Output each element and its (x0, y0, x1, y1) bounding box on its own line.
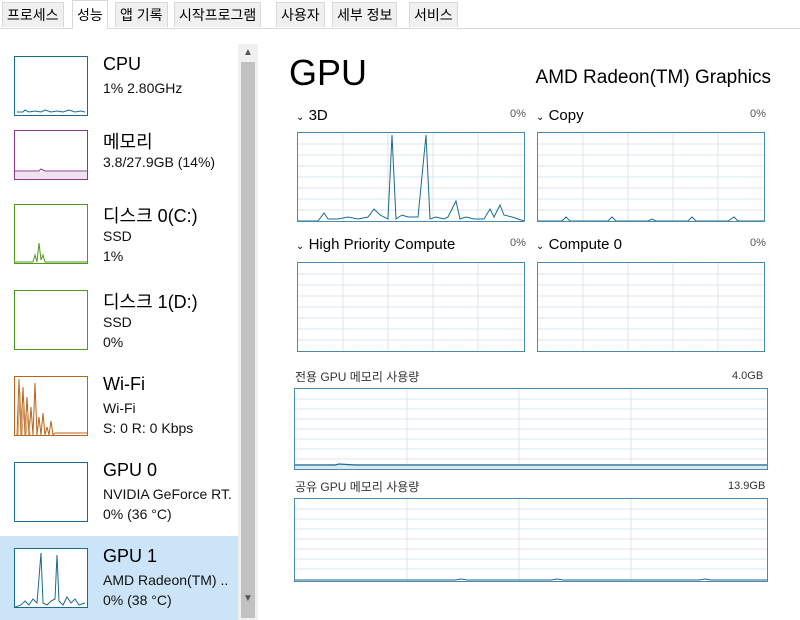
engine-selector-high-priority-compute[interactable]: ⌄ High Priority Compute (296, 236, 455, 253)
engine-percent: 0% (510, 108, 526, 120)
engine-label: Copy (548, 107, 584, 124)
device-name: CPU (103, 54, 142, 74)
engine-percent: 0% (750, 237, 766, 249)
dedicated-memory-label: 전용 GPU 메모리 사용량 (295, 370, 420, 384)
scroll-up-icon[interactable]: ▲ (241, 46, 255, 60)
engine-selector-compute-0[interactable]: ⌄ Compute 0 (536, 236, 622, 253)
device-usage: 0% (103, 334, 124, 350)
sidebar-item-cpu[interactable]: CPU 1% 2.80GHz (0, 44, 238, 128)
chevron-down-icon: ⌄ (296, 112, 305, 123)
scrollbar-thumb[interactable] (241, 62, 255, 618)
tab-details[interactable]: 세부 정보 (332, 2, 398, 27)
device-name: 디스크 1(D:) (103, 292, 198, 312)
device-sidebar: CPU 1% 2.80GHz 메모리 3.8/27.9GB (14%) 디스크 … (0, 30, 258, 620)
shared-memory-graph (294, 498, 768, 582)
chevron-down-icon: ⌄ (536, 112, 545, 123)
gpu1-thumbnail (14, 548, 88, 608)
device-usage: 1% (103, 248, 124, 264)
dedicated-memory-graph (294, 388, 768, 470)
engine-selector-3d[interactable]: ⌄ 3D (296, 107, 328, 124)
engine-graph-3d (297, 132, 525, 222)
device-name: Wi-Fi (103, 374, 145, 394)
tab-users[interactable]: 사용자 (276, 2, 325, 27)
device-model: AMD Radeon(TM) Graphics (535, 67, 771, 88)
sidebar-item-wifi[interactable]: Wi-Fi Wi-Fi S: 0 R: 0 Kbps (0, 364, 238, 448)
engine-label: 3D (308, 107, 328, 124)
sidebar-item-disk-0[interactable]: 디스크 0(C:) SSD 1% (0, 192, 238, 276)
device-detail: SSD (103, 314, 132, 330)
disk0-thumbnail (14, 204, 88, 264)
device-detail: 3.8/27.9GB (14%) (103, 154, 216, 170)
engine-percent: 0% (750, 108, 766, 120)
page-title: GPU (289, 52, 368, 93)
chevron-down-icon: ⌄ (536, 241, 545, 252)
engine-graph-compute-0 (537, 262, 765, 352)
gpu0-thumbnail (14, 462, 88, 522)
sidebar-item-disk-1[interactable]: 디스크 1(D:) SSD 0% (0, 278, 238, 362)
sidebar-scrollbar[interactable]: ▲ ▼ (238, 44, 258, 620)
device-detail: SSD (103, 228, 132, 244)
device-usage: 0% (36 °C) (103, 506, 172, 522)
device-usage: S: 0 R: 0 Kbps (103, 420, 194, 436)
device-name: 디스크 0(C:) (103, 206, 198, 226)
engine-percent: 0% (510, 237, 526, 249)
device-name: GPU 1 (103, 546, 158, 566)
tab-bar: 프로세스 성능 앱 기록 시작프로그램 사용자 세부 정보 서비스 (0, 0, 800, 29)
tab-startup[interactable]: 시작프로그램 (174, 2, 262, 27)
device-detail: NVIDIA GeForce RT. (103, 486, 232, 502)
memory-thumbnail (14, 130, 88, 180)
chevron-down-icon: ⌄ (296, 241, 305, 252)
engine-label: Compute 0 (548, 236, 622, 253)
device-name: GPU 0 (103, 460, 158, 480)
device-detail: 1% 2.80GHz (103, 80, 183, 96)
engine-graph-copy (537, 132, 765, 222)
tab-processes[interactable]: 프로세스 (2, 2, 64, 27)
device-detail: Wi-Fi (103, 400, 136, 416)
tab-app-history[interactable]: 앱 기록 (115, 2, 168, 27)
tab-services[interactable]: 서비스 (409, 2, 458, 27)
device-name: 메모리 (103, 132, 153, 152)
tab-performance[interactable]: 성능 (72, 0, 108, 29)
scroll-down-icon[interactable]: ▼ (241, 592, 255, 606)
dedicated-memory-value: 4.0GB (732, 370, 764, 382)
shared-memory-label: 공유 GPU 메모리 사용량 (295, 480, 420, 494)
device-detail: AMD Radeon(TM) .. (103, 572, 229, 588)
shared-memory-value: 13.9GB (728, 480, 766, 492)
cpu-thumbnail (14, 56, 88, 116)
sidebar-item-gpu-1[interactable]: GPU 1 AMD Radeon(TM) .. 0% (38 °C) (0, 536, 238, 620)
engine-label: High Priority Compute (308, 236, 456, 253)
engine-graph-high-priority-compute (297, 262, 525, 352)
sidebar-item-gpu-0[interactable]: GPU 0 NVIDIA GeForce RT. 0% (36 °C) (0, 450, 238, 534)
wifi-thumbnail (14, 376, 88, 437)
engine-selector-copy[interactable]: ⌄ Copy (536, 107, 584, 124)
device-usage: 0% (38 °C) (103, 592, 172, 608)
disk1-thumbnail (14, 290, 88, 350)
